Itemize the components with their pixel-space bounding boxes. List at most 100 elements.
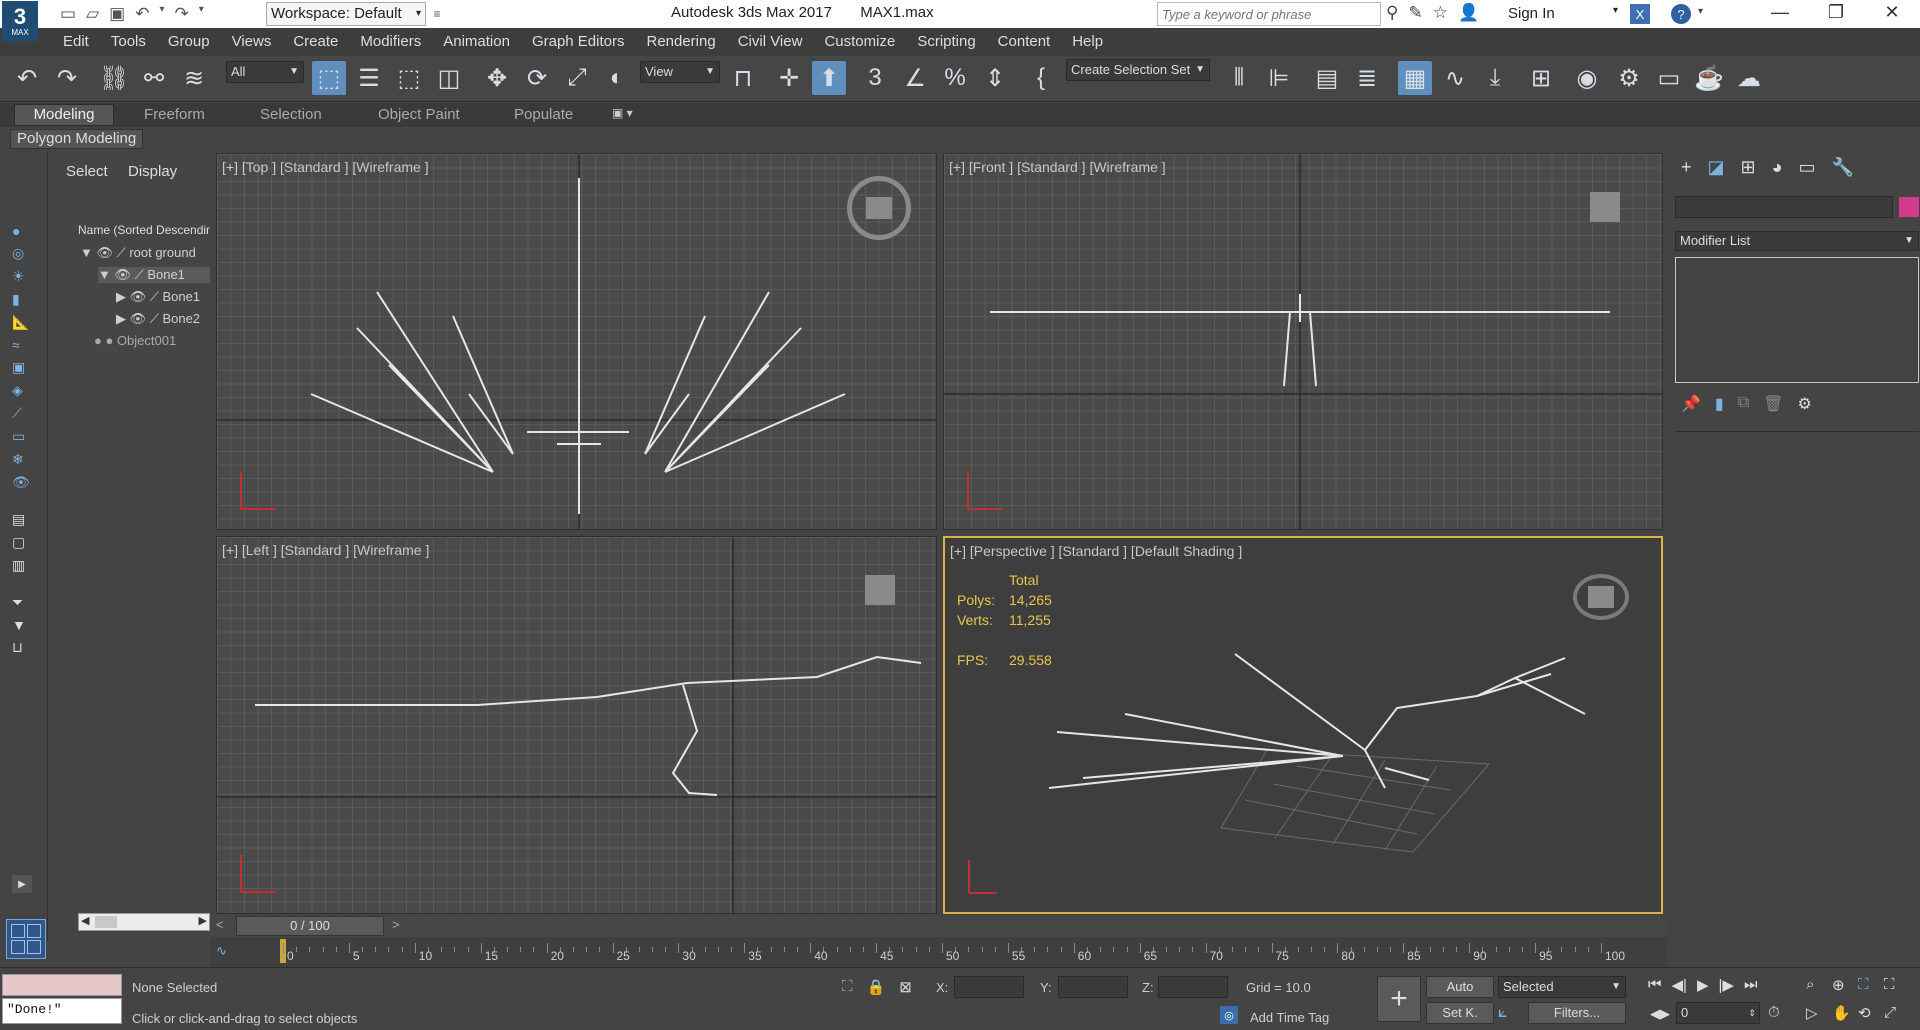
motion-tab-icon[interactable]: ◕ [1772,157,1783,178]
key-mode-toggle-icon[interactable]: ◀▶ [1650,1006,1670,1022]
tab-selection[interactable]: Selection [260,103,322,127]
add-time-tag[interactable]: Add Time Tag [1250,1010,1329,1025]
display-hidden-icon[interactable]: 👁 [12,474,30,491]
object-color-swatch[interactable] [1899,197,1919,217]
menu-views[interactable]: Views [221,28,283,56]
configure-modifier-sets-icon[interactable]: ⚙ [1797,394,1811,414]
zoom-extents-icon[interactable]: ⛶ [1858,976,1884,994]
render-setup-icon[interactable]: ⚙ [1612,61,1646,95]
close-icon[interactable]: ✕ [1864,2,1920,23]
pivot-center-icon[interactable]: ⊓ [726,61,760,95]
open-file-icon[interactable]: ▱ [86,4,99,24]
modifier-stack[interactable] [1675,257,1919,383]
help-dropdown-icon[interactable]: ▾ [1698,6,1703,17]
workspace-dropdown[interactable]: Workspace: Default ▾ [266,2,426,26]
reference-coordinate-dropdown[interactable]: View ▼ [640,61,720,83]
minimize-icon[interactable]: — [1752,2,1808,23]
orbit-icon[interactable]: ⟲ [1858,1004,1884,1022]
expand-arrow-icon[interactable]: ▶ [12,875,32,893]
display-helpers-icon[interactable]: 📐 [12,314,30,331]
current-frame-field[interactable]: 0 ⇕ [1676,1002,1760,1024]
mirror-icon[interactable]: ⫴ [1222,61,1256,95]
sign-in-dropdown[interactable]: Sign In ▾ [1508,5,1618,22]
angle-snap-icon[interactable]: ∠ [898,61,932,95]
menu-group[interactable]: Group [157,28,221,56]
create-tab-icon[interactable]: + [1681,157,1692,178]
key-filters-button[interactable]: Filters... [1528,1002,1626,1024]
edit-named-selection-icon[interactable]: { [1024,61,1058,95]
spinner-snap-icon[interactable]: ⇕ [978,61,1012,95]
display-geometry-icon[interactable]: ● [12,223,30,239]
layer-explorer-icon[interactable]: ≣ [1350,61,1384,95]
polygon-modeling-panel[interactable]: Polygon Modeling [10,129,144,149]
tree-item[interactable]: ▶ 👁 ⟋ Bone2 [116,311,200,327]
binoculars-icon[interactable]: ⚲ [1386,3,1398,23]
keyboard-shortcut-override-icon[interactable]: ⬆ [812,61,846,95]
restore-icon[interactable]: ❐ [1808,2,1864,23]
viewport-layout-icon[interactable] [6,919,46,959]
favorites-star-icon[interactable]: ☆ [1433,3,1448,23]
rendered-frame-window-icon[interactable]: ▭ [1652,61,1686,95]
menu-rendering[interactable]: Rendering [635,28,726,56]
pin-stack-icon[interactable]: 📌 [1681,394,1701,414]
undo-dropdown-icon[interactable]: ▾ [159,4,164,24]
display-lights-icon[interactable]: ☀ [12,268,30,285]
scroll-right-icon[interactable]: ▶ [199,914,207,927]
set-key-big-icon[interactable]: + [1377,976,1421,1022]
redo-dropdown-icon[interactable]: ▾ [199,4,204,24]
y-coordinate-field[interactable] [1058,976,1128,998]
menu-civil-view[interactable]: Civil View [727,28,814,56]
next-frame-icon[interactable]: |▶ [1719,976,1734,994]
window-crossing-icon[interactable]: ◫ [432,61,466,95]
curve-editor-icon[interactable]: ∿ [1438,61,1472,95]
scene-explorer-toggle-icon[interactable]: ▤ [1310,61,1344,95]
material-editor-icon[interactable]: ◉ [1570,61,1604,95]
menu-tools[interactable]: Tools [100,28,157,56]
search-field[interactable] [1158,3,1380,25]
modifier-list-dropdown[interactable]: Modifier List ▼ [1675,231,1919,251]
schematic-view-icon[interactable]: ⊞ [1524,61,1558,95]
tree-item[interactable]: ▶ 👁 ⟋ Bone1 [116,289,200,305]
menu-graph-editors[interactable]: Graph Editors [521,28,636,56]
display-bones-icon[interactable]: ⟋ [12,405,30,422]
rectangular-selection-icon[interactable]: ⬚ [392,61,426,95]
placement-icon[interactable]: ◐ [600,61,634,95]
bind-spacewarp-icon[interactable]: ≋ [177,61,211,95]
hierarchy-tab-icon[interactable]: ⊞ [1741,157,1756,178]
scroll-thumb[interactable] [95,916,117,928]
play-icon[interactable]: ▶ [1697,976,1709,994]
tab-freeform[interactable]: Freeform [144,103,205,127]
render-production-icon[interactable]: ☕ [1692,61,1726,95]
display-none-icon[interactable]: ▢ [12,534,30,551]
save-file-icon[interactable]: ▣ [109,4,125,24]
help-icon[interactable]: ? [1671,4,1691,24]
selection-lock-icon[interactable]: 🔒 [867,978,886,996]
scene-column-header[interactable]: Name (Sorted Descending) [78,223,210,237]
show-end-result-icon[interactable]: ▮ [1715,394,1724,414]
time-tag-icon[interactable]: ◎ [1220,1006,1238,1024]
display-xrefs-icon[interactable]: ◈ [12,382,30,399]
display-spacewarps-icon[interactable]: ≈ [12,337,30,353]
percent-snap-icon[interactable]: % [938,61,972,95]
maxscript-listener-mini[interactable] [2,974,122,996]
select-by-name-icon[interactable]: ☰ [352,61,386,95]
z-coordinate-field[interactable] [1158,976,1228,998]
search-input[interactable] [1157,2,1381,26]
selected-dropdown[interactable]: Selected ▼ [1498,976,1626,998]
spinner-icon[interactable]: ⇕ [1748,1003,1756,1023]
redo-icon[interactable]: ↷ [174,4,188,24]
display-shapes-icon[interactable]: ◎ [12,245,30,262]
move-icon[interactable]: ✥ [480,61,514,95]
go-to-start-icon[interactable]: ⏮ [1648,976,1662,994]
field-of-view-icon[interactable]: ▷ [1806,1004,1832,1022]
display-tab-icon[interactable]: ▭ [1799,157,1816,178]
menu-edit[interactable]: Edit [52,28,100,56]
redo-icon[interactable]: ↷ [50,61,84,95]
undo-icon[interactable]: ↶ [135,4,149,24]
menu-animation[interactable]: Animation [432,28,521,56]
dope-sheet-icon[interactable]: ⤓ [1478,61,1512,95]
make-unique-icon[interactable]: ⧉ [1738,394,1749,414]
selection-filter-dropdown[interactable]: All ▼ [226,61,304,83]
maximize-viewport-icon[interactable]: ⤢ [1884,1004,1910,1022]
find-icon[interactable]: ⊔ [12,639,30,656]
